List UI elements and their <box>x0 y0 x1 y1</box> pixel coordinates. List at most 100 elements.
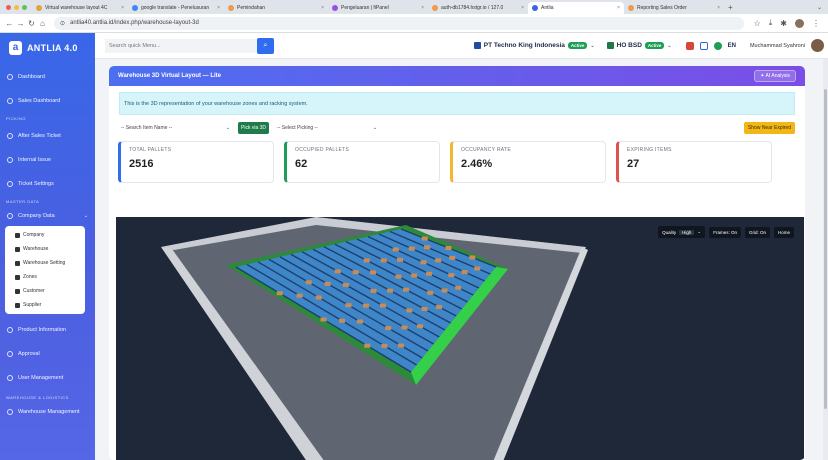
back-arrow-icon[interactable]: ← <box>4 19 15 28</box>
pallet[interactable] <box>397 343 404 348</box>
sidebar-item-user-management[interactable]: User Management <box>0 366 95 390</box>
sidebar-item-sales-dashboard[interactable]: Sales Dashboard <box>0 89 95 113</box>
company-selector[interactable]: PT Techno King Indonesia Active ⌄ <box>473 42 595 49</box>
reload-icon[interactable]: ↻ <box>26 19 37 28</box>
forward-arrow-icon[interactable]: → <box>15 19 26 28</box>
pick-via-3d-button[interactable]: Pick via 3D <box>238 121 270 134</box>
browser-tab[interactable]: google translate - Penelusuran × <box>128 2 224 14</box>
close-tab-icon[interactable]: × <box>318 5 324 11</box>
pallet[interactable] <box>385 326 392 331</box>
pallet[interactable] <box>448 273 455 278</box>
pallet[interactable] <box>441 288 448 293</box>
submenu-item-zones[interactable]: Zones <box>5 270 85 284</box>
submenu-item-warehouse[interactable]: Warehouse <box>5 242 85 256</box>
pallet[interactable] <box>424 245 431 250</box>
browser-menu-icon[interactable]: ⋮ <box>812 19 820 28</box>
pallet[interactable] <box>427 290 434 295</box>
frames-toggle-button[interactable]: Frames: On <box>709 226 741 238</box>
sidebar-item-internal-issue[interactable]: Internal Issue <box>0 148 95 172</box>
flag-icon[interactable] <box>685 41 694 50</box>
select-picking-dropdown[interactable]: -- Select Picking -- ⌄ <box>275 122 379 134</box>
close-tab-icon[interactable]: × <box>214 5 220 11</box>
sidebar-item-after-sales-ticket[interactable]: After Sales Ticket <box>0 124 95 148</box>
scrollbar-thumb[interactable] <box>824 89 827 409</box>
pallet[interactable] <box>356 319 363 324</box>
submenu-item-company[interactable]: Company <box>5 228 85 242</box>
pallet[interactable] <box>408 246 415 251</box>
quality-select[interactable]: High <box>679 229 695 235</box>
browser-tab[interactable]: Reporting Sales Order × <box>624 2 724 14</box>
home-view-button[interactable]: Home <box>773 226 794 238</box>
pallet[interactable] <box>363 303 370 308</box>
minimize-window-button[interactable] <box>14 4 19 10</box>
quick-menu-search-input[interactable] <box>105 38 257 53</box>
submenu-item-customer[interactable]: Customer <box>5 284 85 298</box>
pallet[interactable] <box>474 266 481 271</box>
sidebar-item-company-data[interactable]: Company Data ⌄ <box>0 207 95 225</box>
pallet[interactable] <box>426 271 433 276</box>
pallet[interactable] <box>381 343 388 348</box>
branch-selector[interactable]: HO BSD Active ⌄ <box>606 42 672 49</box>
grid-toggle-button[interactable]: Grid: On <box>744 226 770 238</box>
avatar[interactable] <box>811 39 824 52</box>
pallet[interactable] <box>417 324 424 329</box>
extensions-icon[interactable]: ✱ <box>780 19 787 28</box>
browser-tab[interactable]: Pengeluaran | fiPanel × <box>328 2 428 14</box>
sidebar-item-product-information[interactable]: Product Information <box>0 318 95 342</box>
pallet[interactable] <box>370 288 377 293</box>
close-tab-icon[interactable]: × <box>518 5 524 11</box>
url-field[interactable]: ⊙ antlia40.antlia.id/index.php/warehouse… <box>54 16 744 30</box>
browser-tab[interactable]: Pemindahan × <box>224 2 328 14</box>
pallet[interactable] <box>420 260 427 265</box>
pallet[interactable] <box>364 343 371 348</box>
download-icon[interactable]: ⤓ <box>769 18 773 28</box>
pallet[interactable] <box>305 280 312 285</box>
close-tab-icon[interactable]: × <box>118 5 124 11</box>
browser-tab-active[interactable]: Antlia × <box>528 2 624 14</box>
pallet[interactable] <box>379 303 386 308</box>
pallet[interactable] <box>461 270 468 275</box>
page-scrollbar[interactable] <box>823 59 828 460</box>
search-button[interactable]: ⌕ <box>257 37 274 54</box>
pallet[interactable] <box>392 247 399 252</box>
sidebar-item-ticket-settings[interactable]: Ticket Settings <box>0 172 95 196</box>
bookmark-star-icon[interactable]: ☆ <box>754 19 761 28</box>
pallet[interactable] <box>445 246 452 250</box>
sidebar-item-approval[interactable]: Approval <box>0 342 95 366</box>
pallet[interactable] <box>387 288 394 293</box>
pallet[interactable] <box>339 318 346 323</box>
pallet[interactable] <box>395 274 402 279</box>
user-name[interactable]: Muchammad Syahroni <box>750 43 805 49</box>
pallet[interactable] <box>449 255 456 260</box>
pallet[interactable] <box>352 270 359 275</box>
pallet[interactable] <box>345 303 352 308</box>
pallet[interactable] <box>406 308 413 313</box>
browser-tab[interactable]: auth-db1784.hstgr.io / 127.0 × <box>428 2 528 14</box>
profile-avatar[interactable] <box>795 18 804 28</box>
pallet[interactable] <box>455 285 462 290</box>
pallet[interactable] <box>369 270 376 275</box>
pallet[interactable] <box>334 269 341 274</box>
pallet[interactable] <box>320 317 327 322</box>
pallet[interactable] <box>324 281 331 286</box>
ai-analysis-button[interactable]: ✦ AI Analysis <box>754 70 796 82</box>
close-tab-icon[interactable]: × <box>714 5 720 11</box>
close-tab-icon[interactable]: × <box>614 5 620 11</box>
close-window-button[interactable] <box>6 4 11 10</box>
new-tab-button[interactable]: + <box>724 3 737 12</box>
app-logo[interactable]: a ANTLIA 4.0 <box>0 33 95 62</box>
close-tab-icon[interactable]: × <box>418 5 424 11</box>
pallet[interactable] <box>380 258 387 263</box>
tab-list-chevron-icon[interactable]: ⌄ <box>817 4 822 11</box>
pallet[interactable] <box>363 258 370 263</box>
site-info-icon[interactable]: ⊙ <box>60 20 65 27</box>
submenu-item-supplier[interactable]: Supplier <box>5 298 85 312</box>
pallet[interactable] <box>315 295 322 300</box>
warehouse-3d-viewport[interactable]: Quality High ⌄ Frames: On Grid: On Home <box>116 217 804 460</box>
refresh-icon[interactable] <box>699 41 708 50</box>
pallet[interactable] <box>421 306 428 311</box>
search-item-select[interactable]: -- Search Item Name -- ⌄ <box>119 122 232 134</box>
pallet[interactable] <box>411 273 418 278</box>
language-selector[interactable]: EN <box>728 43 736 49</box>
quality-control[interactable]: Quality High ⌄ <box>658 226 706 238</box>
